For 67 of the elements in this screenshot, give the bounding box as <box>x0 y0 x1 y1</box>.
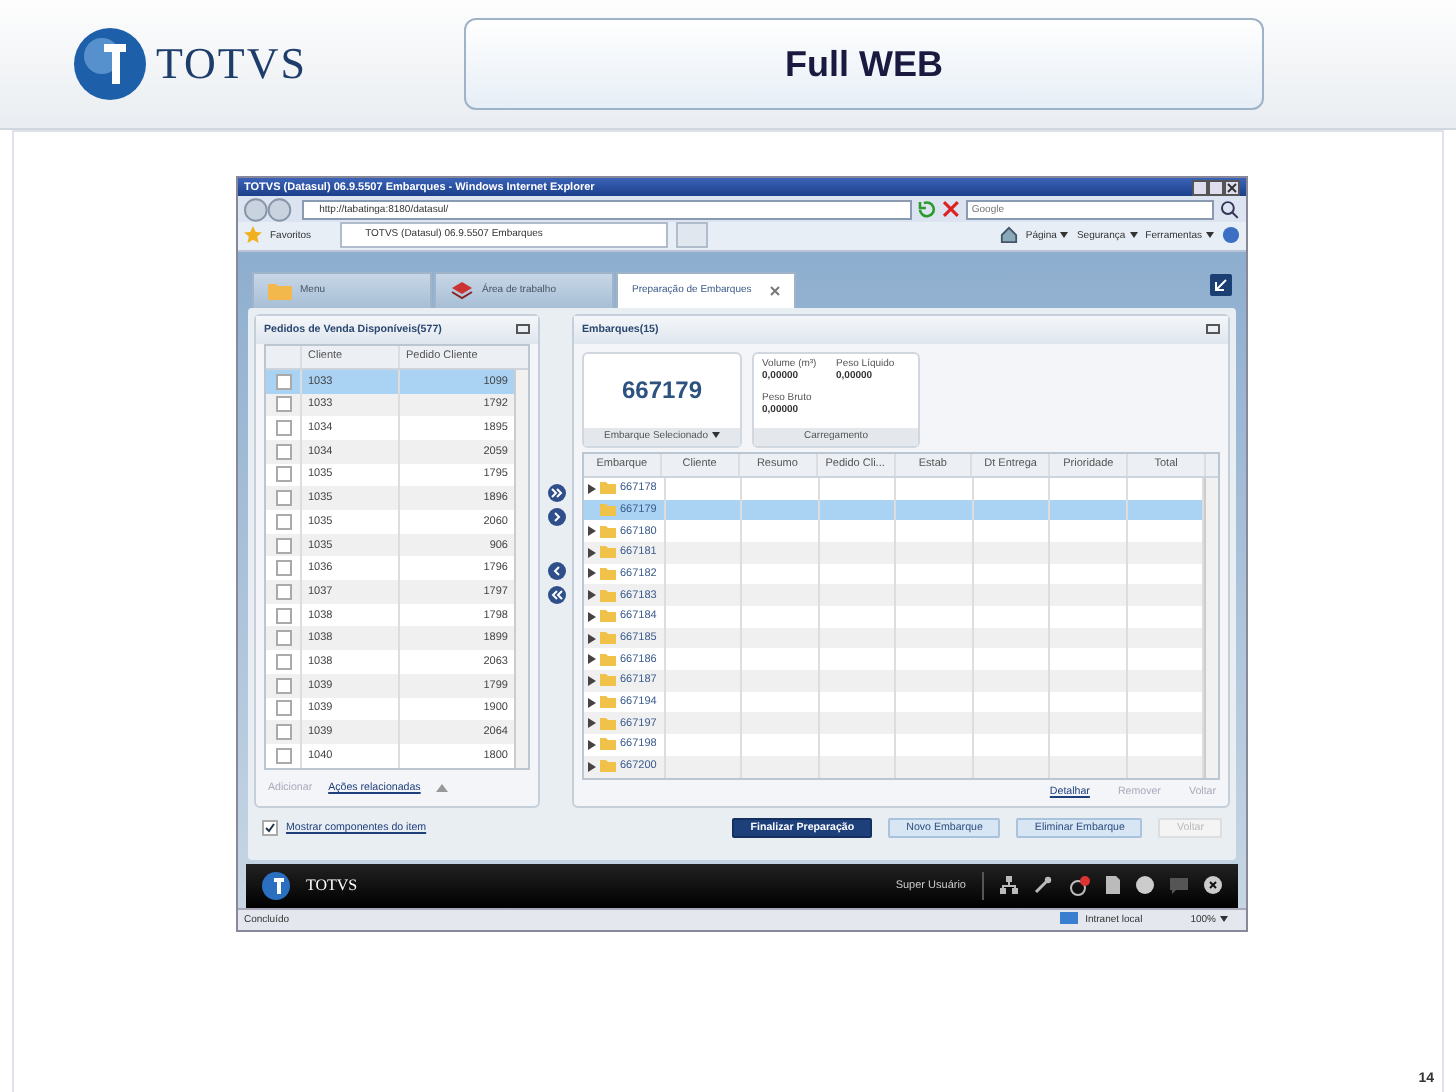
checkbox[interactable] <box>275 724 291 741</box>
scrollbar[interactable] <box>514 369 528 768</box>
checkbox[interactable] <box>275 373 291 390</box>
folder-icon <box>268 281 292 300</box>
checkbox[interactable] <box>275 677 291 694</box>
expand-arrow-icon[interactable] <box>588 697 596 708</box>
slide-title: Full WEB <box>464 18 1264 110</box>
arrow-left-icon[interactable] <box>547 561 565 580</box>
chat-icon[interactable] <box>1170 877 1188 894</box>
search-icon[interactable] <box>1220 199 1240 220</box>
caret-icon[interactable] <box>1220 916 1228 923</box>
checkbox[interactable] <box>275 396 291 413</box>
logo-text: TOTVS <box>156 38 307 90</box>
expand-arrow-icon[interactable] <box>588 739 596 750</box>
close-icon[interactable] <box>1204 876 1222 895</box>
checkbox[interactable] <box>275 653 291 670</box>
expand-arrow-icon[interactable] <box>588 568 596 579</box>
checkbox[interactable] <box>275 420 291 437</box>
expand-arrow-icon[interactable] <box>588 483 596 494</box>
expand-arrow-icon[interactable] <box>588 526 596 537</box>
stop-icon[interactable] <box>942 200 960 219</box>
stack-icon <box>450 280 474 301</box>
network-icon <box>1059 911 1078 928</box>
refresh-icon[interactable] <box>918 200 937 219</box>
close-tab-icon[interactable] <box>770 285 780 296</box>
wrench-icon[interactable] <box>1034 876 1052 895</box>
checkbox[interactable] <box>275 583 291 600</box>
checkbox[interactable] <box>262 819 278 836</box>
window-controls-icon[interactable] <box>1192 179 1240 196</box>
expand-arrow-icon[interactable] <box>588 718 596 729</box>
checkbox[interactable] <box>275 630 291 647</box>
checkbox[interactable] <box>275 537 291 554</box>
checkbox[interactable] <box>275 513 291 530</box>
collapse-icon[interactable] <box>1210 273 1232 296</box>
checkbox[interactable] <box>275 700 291 717</box>
caret-icon[interactable] <box>711 432 720 439</box>
checkbox[interactable] <box>275 607 291 624</box>
checkbox[interactable] <box>275 560 291 577</box>
checkbox[interactable] <box>275 747 291 764</box>
minimize-icon[interactable] <box>516 324 530 335</box>
double-arrow-left-icon[interactable] <box>547 585 565 604</box>
checkbox[interactable] <box>275 443 291 460</box>
caret-icon[interactable] <box>1060 232 1069 239</box>
expand-arrow-icon[interactable] <box>588 654 596 665</box>
shipment-number: 667179 <box>619 374 705 409</box>
expand-arrow-icon[interactable] <box>588 675 596 686</box>
minimize-icon[interactable] <box>1206 324 1220 335</box>
hierarchy-icon[interactable] <box>1000 876 1018 895</box>
expand-arrow-icon[interactable] <box>588 633 596 644</box>
double-arrow-right-icon[interactable] <box>547 483 565 502</box>
logo-icon <box>72 26 148 102</box>
star-icon[interactable] <box>244 226 262 245</box>
caret-icon[interactable] <box>1129 232 1138 239</box>
checkbox[interactable] <box>275 490 291 507</box>
expand-arrow-icon[interactable] <box>588 590 596 601</box>
arrow-right-icon[interactable] <box>547 507 565 526</box>
scrollbar[interactable] <box>1204 477 1218 777</box>
logo-text: TOTVS <box>306 876 358 895</box>
expand-arrow-icon[interactable] <box>588 761 596 772</box>
caret-up-icon[interactable] <box>436 783 449 792</box>
checkbox[interactable] <box>275 466 291 483</box>
expand-arrow-icon[interactable] <box>588 611 596 622</box>
expand-arrow-icon[interactable] <box>588 547 596 558</box>
caret-icon[interactable] <box>1206 232 1214 239</box>
document-icon[interactable] <box>1106 876 1120 895</box>
clock-icon[interactable] <box>1068 875 1090 896</box>
logo-icon <box>262 871 290 900</box>
